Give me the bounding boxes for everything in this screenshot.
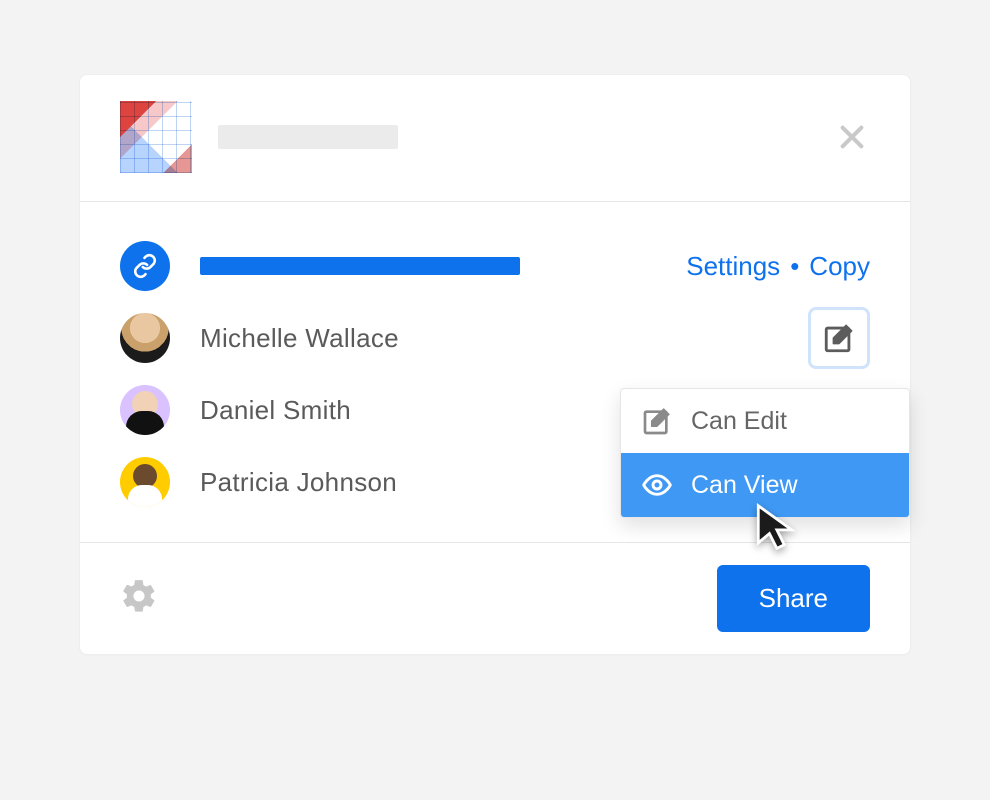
close-button[interactable]	[834, 119, 870, 155]
gear-icon	[120, 577, 158, 615]
file-title-placeholder	[218, 125, 398, 149]
link-settings-button[interactable]: Settings	[686, 251, 780, 282]
settings-gear-button[interactable]	[120, 577, 158, 620]
separator-dot: •	[790, 251, 799, 282]
avatar	[120, 385, 170, 435]
dialog-body: Settings • Copy Michelle Wallace Daniel …	[80, 202, 910, 543]
dropdown-item-edit[interactable]: Can Edit	[621, 389, 909, 453]
file-thumbnail	[120, 101, 192, 173]
link-actions: Settings • Copy	[686, 251, 870, 282]
person-name: Daniel Smith	[200, 395, 351, 426]
dropdown-item-label: Can View	[691, 471, 798, 500]
link-icon	[120, 241, 170, 291]
share-link-row: Settings • Copy	[120, 230, 870, 302]
share-link-placeholder	[200, 257, 520, 275]
person-name: Michelle Wallace	[200, 323, 399, 354]
edit-icon	[641, 405, 673, 437]
link-copy-button[interactable]: Copy	[809, 251, 870, 282]
dropdown-item-label: Can Edit	[691, 407, 787, 436]
person-name: Patricia Johnson	[200, 467, 397, 498]
avatar	[120, 313, 170, 363]
avatar	[120, 457, 170, 507]
dialog-footer: Share	[80, 543, 910, 654]
eye-icon	[641, 469, 673, 501]
cursor-icon	[752, 502, 798, 554]
edit-icon	[822, 321, 856, 355]
share-button[interactable]: Share	[717, 565, 870, 632]
permission-dropdown: Can Edit Can View	[620, 388, 910, 518]
permission-button[interactable]	[808, 307, 870, 369]
share-dialog: Settings • Copy Michelle Wallace Daniel …	[79, 74, 911, 655]
person-row: Michelle Wallace	[120, 302, 870, 374]
dialog-header	[80, 75, 910, 202]
